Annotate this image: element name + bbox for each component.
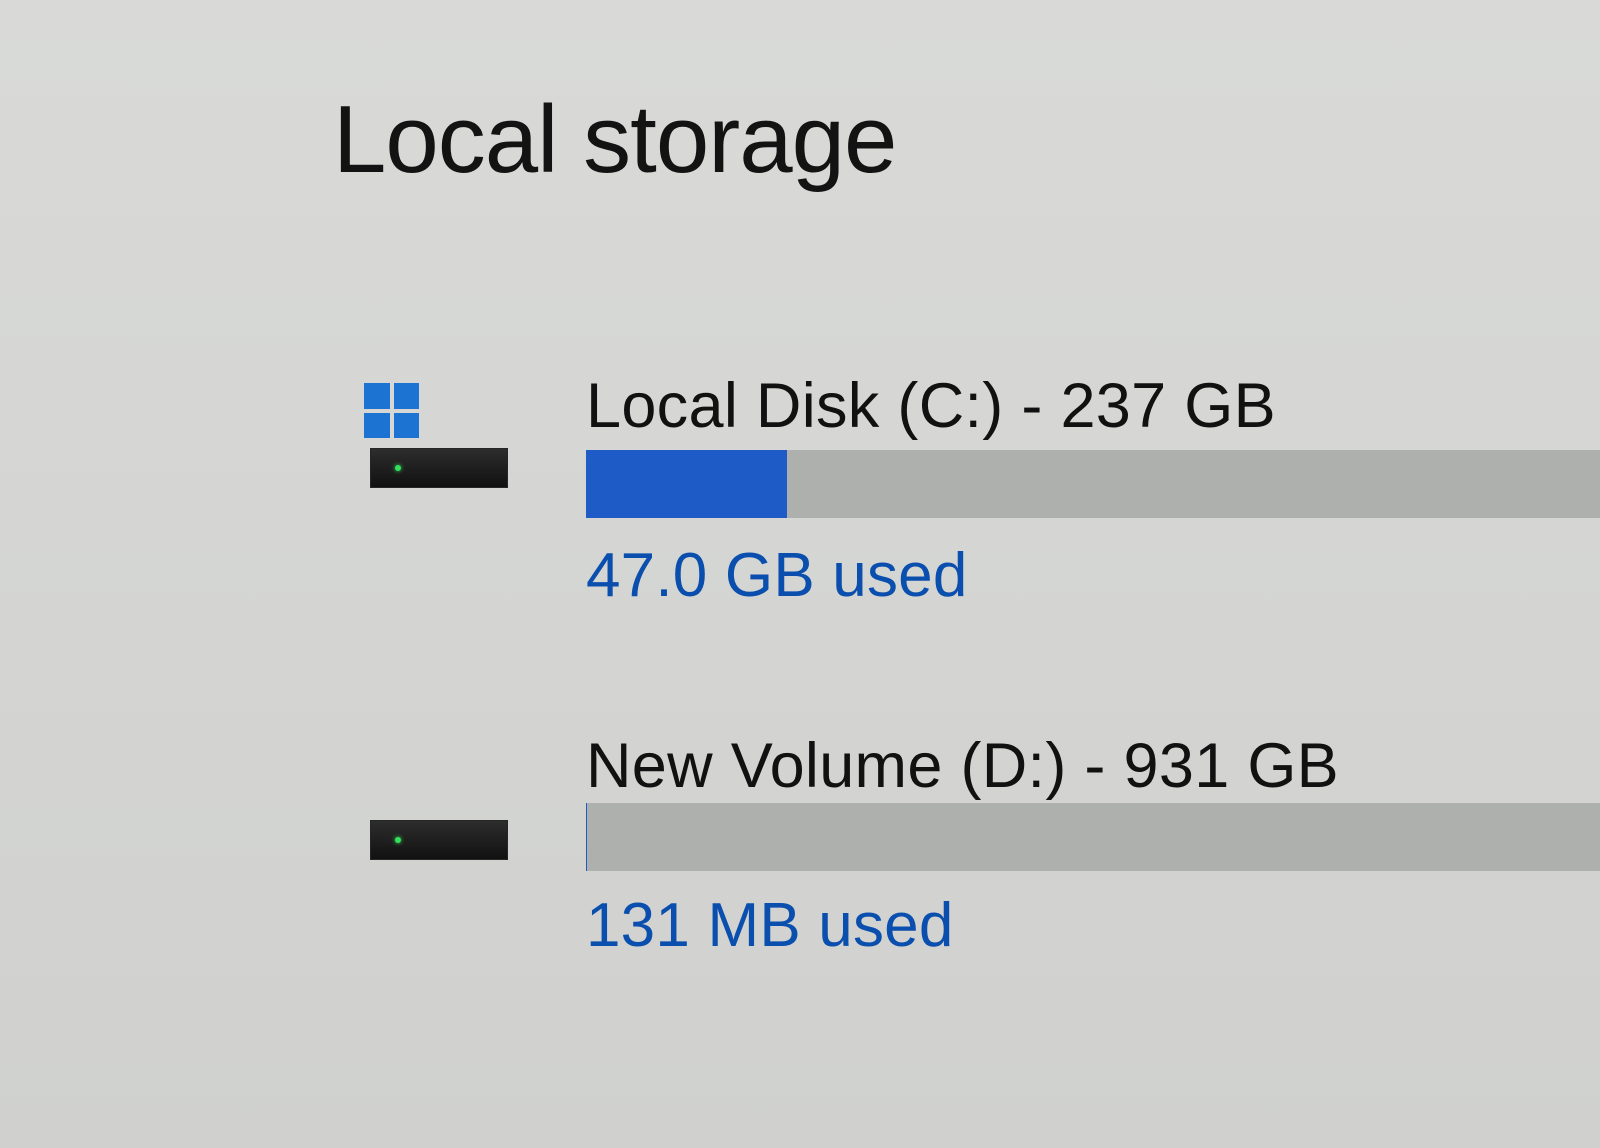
local-disk-drive-icon [370,448,508,488]
drive-d-label: New Volume (D:) - 931 GB [586,731,1339,801]
storage-settings-page: Local storage Local Disk (C:) - 237 GB 4… [0,0,1600,1148]
drive-c-usage-text[interactable]: 47.0 GB used [586,545,968,607]
drive-d-row[interactable]: New Volume (D:) - 931 GB 131 MB used [0,735,1600,965]
page-title: Local storage [333,86,897,193]
drive-c-usage-fill [586,450,787,518]
drive-d-usage-bar [586,803,1600,871]
drive-activity-led-icon [395,465,401,471]
new-volume-drive-icon [370,820,508,860]
drive-c-label: Local Disk (C:) - 237 GB [586,371,1276,441]
drive-c-usage-bar [586,450,1600,518]
windows-logo-icon [364,383,419,438]
drive-c-row[interactable]: Local Disk (C:) - 237 GB 47.0 GB used [0,375,1600,625]
drive-activity-led-icon [395,837,401,843]
drive-d-usage-text[interactable]: 131 MB used [586,895,954,957]
